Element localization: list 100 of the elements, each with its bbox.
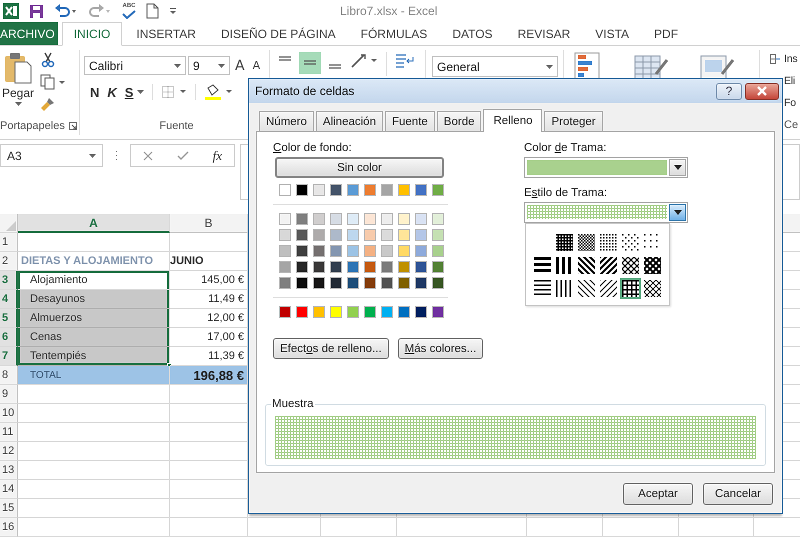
color-swatch[interactable] bbox=[347, 306, 359, 318]
paste-label[interactable]: Pegar bbox=[2, 86, 34, 100]
color-swatch[interactable] bbox=[398, 261, 410, 273]
caret-icon[interactable] bbox=[546, 64, 553, 68]
color-swatch[interactable] bbox=[432, 261, 444, 273]
color-swatch[interactable] bbox=[415, 261, 427, 273]
ribbon-tab[interactable]: FÓRMULAS bbox=[350, 22, 438, 45]
ribbon-tab[interactable]: DISEÑO DE PÁGINA bbox=[210, 22, 347, 45]
color-swatch[interactable] bbox=[381, 306, 393, 318]
pattern-option[interactable] bbox=[576, 232, 597, 253]
color-swatch[interactable] bbox=[296, 213, 308, 225]
color-swatch[interactable] bbox=[313, 277, 325, 289]
color-swatch[interactable] bbox=[279, 261, 291, 273]
shrink-font-button[interactable]: A bbox=[250, 59, 264, 72]
color-swatch[interactable] bbox=[330, 261, 342, 273]
row-header[interactable]: 2 bbox=[0, 252, 18, 271]
color-swatch[interactable] bbox=[415, 306, 427, 318]
dialog-tab[interactable]: Número bbox=[259, 111, 314, 131]
color-swatch[interactable] bbox=[296, 277, 308, 289]
color-swatch[interactable] bbox=[347, 277, 359, 289]
dialog-tab[interactable]: Borde bbox=[436, 111, 482, 131]
caret-icon[interactable] bbox=[89, 154, 96, 158]
color-swatch[interactable] bbox=[296, 261, 308, 273]
close-icon[interactable] bbox=[756, 86, 768, 96]
dialog-tab[interactable]: Fuente bbox=[384, 111, 435, 131]
row-header[interactable]: 10 bbox=[0, 404, 18, 423]
color-swatch[interactable] bbox=[313, 184, 325, 196]
color-swatch[interactable] bbox=[279, 245, 291, 257]
color-swatch[interactable] bbox=[364, 213, 376, 225]
column-header[interactable]: B bbox=[170, 214, 248, 233]
caret-icon[interactable] bbox=[14, 102, 22, 106]
color-swatch[interactable] bbox=[415, 213, 427, 225]
pattern-color-dropdown[interactable] bbox=[524, 157, 688, 178]
color-swatch[interactable] bbox=[364, 306, 376, 318]
caret-icon[interactable] bbox=[218, 64, 225, 68]
color-swatch[interactable] bbox=[364, 184, 376, 196]
dialog-button[interactable]: Aceptar bbox=[623, 483, 693, 505]
scissors-icon[interactable] bbox=[40, 52, 56, 68]
color-swatch[interactable] bbox=[415, 229, 427, 241]
pattern-option[interactable] bbox=[620, 255, 641, 276]
row-header[interactable]: 11 bbox=[0, 423, 18, 442]
color-swatch[interactable] bbox=[313, 229, 325, 241]
more-colors-button[interactable]: Más colores... bbox=[398, 338, 484, 359]
color-swatch[interactable] bbox=[432, 213, 444, 225]
italic-button[interactable]: K bbox=[107, 84, 117, 100]
pattern-option[interactable] bbox=[620, 278, 641, 299]
redo-icon[interactable] bbox=[88, 4, 112, 18]
color-swatch[interactable] bbox=[398, 184, 410, 196]
bold-button[interactable]: N bbox=[90, 84, 100, 100]
row-header[interactable]: 3 bbox=[0, 271, 18, 290]
number-format-field[interactable]: General bbox=[432, 56, 558, 77]
color-swatch[interactable] bbox=[432, 277, 444, 289]
no-color-button[interactable]: Sin color bbox=[275, 157, 444, 178]
color-swatch[interactable] bbox=[279, 277, 291, 289]
row-header[interactable]: 4 bbox=[0, 290, 18, 309]
name-box[interactable]: A3 bbox=[0, 144, 103, 167]
dialog-tab[interactable]: Proteger bbox=[544, 111, 603, 131]
align-icon[interactable] bbox=[299, 52, 321, 74]
dialog-launcher-icon[interactable] bbox=[68, 122, 77, 130]
ribbon-tab[interactable]: INSERTAR bbox=[125, 22, 207, 45]
checkmark-icon[interactable] bbox=[122, 10, 136, 19]
caret-icon[interactable] bbox=[174, 64, 181, 68]
color-swatch[interactable] bbox=[381, 261, 393, 273]
cells-command[interactable]: Eli bbox=[784, 75, 796, 87]
color-swatch[interactable] bbox=[398, 306, 410, 318]
color-swatch[interactable] bbox=[279, 184, 291, 196]
row-header[interactable]: 7 bbox=[0, 347, 18, 366]
color-swatch[interactable] bbox=[296, 306, 308, 318]
cells-command[interactable]: Fo bbox=[784, 97, 796, 109]
font-size-field[interactable]: 9 bbox=[188, 56, 230, 75]
color-swatch[interactable] bbox=[313, 306, 325, 318]
row-header[interactable]: 9 bbox=[0, 385, 18, 404]
ribbon-tab[interactable]: PDF bbox=[643, 22, 690, 45]
row-header[interactable]: 8 bbox=[0, 366, 18, 385]
color-swatch[interactable] bbox=[347, 261, 359, 273]
color-swatch[interactable] bbox=[279, 306, 291, 318]
color-swatch[interactable] bbox=[381, 229, 393, 241]
row-header[interactable]: 16 bbox=[0, 518, 18, 537]
dialog-button[interactable]: Cancelar bbox=[703, 483, 773, 505]
document-icon[interactable] bbox=[146, 3, 159, 19]
color-swatch[interactable] bbox=[296, 245, 308, 257]
fill-bucket-icon[interactable] bbox=[204, 84, 234, 100]
color-swatch[interactable] bbox=[364, 277, 376, 289]
wrap-lines-icon[interactable] bbox=[394, 52, 416, 70]
color-swatch[interactable] bbox=[296, 229, 308, 241]
color-swatch[interactable] bbox=[347, 229, 359, 241]
grow-font-button[interactable]: A bbox=[232, 58, 248, 74]
color-swatch[interactable] bbox=[398, 277, 410, 289]
color-swatch[interactable] bbox=[313, 261, 325, 273]
color-swatch[interactable] bbox=[330, 229, 342, 241]
color-swatch[interactable] bbox=[398, 229, 410, 241]
row-header[interactable]: 13 bbox=[0, 461, 18, 480]
row-header[interactable]: 6 bbox=[0, 328, 18, 347]
fill-effects-button[interactable]: Efectos de relleno... bbox=[273, 338, 389, 359]
color-swatch[interactable] bbox=[313, 245, 325, 257]
color-swatch[interactable] bbox=[415, 277, 427, 289]
ribbon-tab[interactable]: REVISAR bbox=[506, 22, 582, 45]
color-swatch[interactable] bbox=[364, 245, 376, 257]
color-swatch[interactable] bbox=[364, 261, 376, 273]
color-swatch[interactable] bbox=[347, 213, 359, 225]
